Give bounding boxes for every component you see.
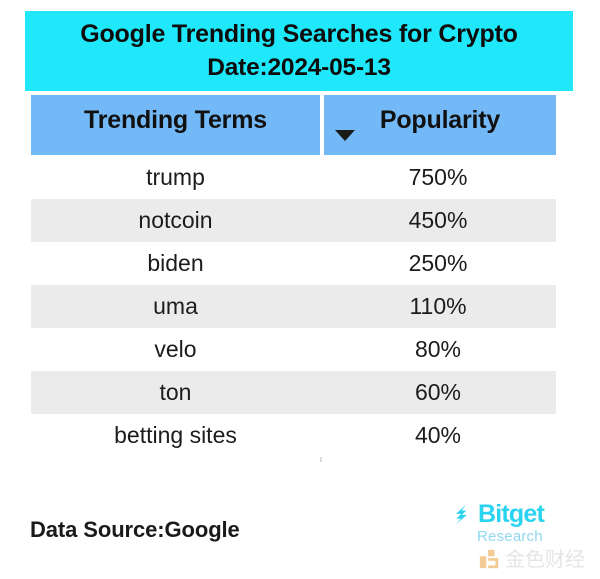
table-row: trump 750% [31, 156, 556, 199]
page-subtitle-date: Date:2024-05-13 [207, 54, 391, 81]
sort-descending-icon [335, 130, 355, 141]
jinse-logo-icon [479, 549, 499, 569]
page-title: Google Trending Searches for Crypto [80, 20, 518, 48]
bitget-brand-row: Bitget [451, 500, 571, 528]
trending-table: Trending Terms Popularity trump 750% not… [31, 95, 556, 462]
column-header-popularity[interactable]: Popularity [324, 95, 556, 155]
table-row: notcoin 450% [31, 199, 556, 242]
column-header-label: Popularity [379, 105, 501, 134]
table-row: velo 80% [31, 328, 556, 371]
jinse-watermark-text: 金色财经 [505, 547, 585, 571]
data-source-label: Data Source:Google [30, 517, 240, 542]
table-body: trump 750% notcoin 450% biden 250% uma 1… [31, 156, 556, 457]
infographic-card: Google Trending Searches for Crypto Date… [0, 0, 600, 579]
bitget-brand-sub: Research [477, 528, 543, 545]
column-header-label: Trending Terms [84, 105, 267, 134]
cell-term: notcoin [138, 207, 213, 233]
table-row: ton 60% [31, 371, 556, 414]
cell-popularity: 40% [414, 422, 462, 448]
bitget-logo-icon [455, 503, 468, 524]
cell-popularity: 60% [414, 379, 462, 405]
cell-term: betting sites [114, 422, 237, 448]
cell-popularity: 750% [408, 164, 468, 190]
cell-term: uma [153, 293, 198, 319]
cell-term: trump [146, 164, 205, 190]
table-header-row: Trending Terms Popularity [31, 95, 556, 155]
jinse-watermark: 金色财经 [478, 548, 585, 570]
cell-term: velo [154, 336, 197, 362]
cell-popularity: 450% [408, 207, 468, 233]
title-banner: Google Trending Searches for Crypto Date… [25, 11, 573, 91]
table-row: biden 250% [31, 242, 556, 285]
cell-popularity: 110% [409, 293, 467, 319]
bitget-brand-name: Bitget [478, 499, 545, 528]
table-row: uma 110% [31, 285, 556, 328]
column-header-trending-terms[interactable]: Trending Terms [31, 95, 320, 155]
cell-popularity: 80% [414, 336, 462, 362]
cell-term: biden [147, 250, 204, 276]
cell-term: ton [159, 379, 192, 405]
cell-popularity: 250% [408, 250, 468, 276]
table-row: betting sites 40% [31, 414, 556, 457]
